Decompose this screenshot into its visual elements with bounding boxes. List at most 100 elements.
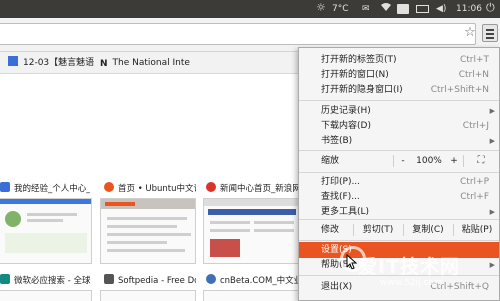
bookmark-item[interactable]: Ν The National Inte [100, 56, 196, 70]
menu-more-tools[interactable]: 更多工具(L) ▶ [299, 204, 499, 220]
jingyan-favicon [0, 182, 10, 192]
national-interest-favicon: Ν [100, 59, 108, 69]
edit-divider [403, 224, 404, 236]
menu-shortcut: Ctrl+F [460, 192, 489, 202]
browser-menu-button[interactable] [482, 24, 498, 42]
menu-print[interactable]: 打印(P)... Ctrl+P [299, 174, 499, 190]
menu-shortcut: Ctrl+N [458, 70, 489, 80]
menu-label: 打开新的窗口(N) [321, 70, 389, 80]
tile-title[interactable]: 首页 • Ubuntu中文论坛 [104, 182, 196, 196]
wifi-icon[interactable] [380, 2, 392, 16]
menu-separator [299, 172, 499, 173]
keyboard-indicator-icon[interactable] [397, 4, 409, 14]
zoom-out-button[interactable]: - [395, 152, 411, 170]
ubuntu-favicon [104, 182, 114, 192]
menu-label: 打开新的标签页(T) [321, 55, 397, 65]
tile-thumbnail[interactable] [0, 198, 92, 264]
volume-icon[interactable]: ◀) [436, 2, 446, 16]
bookmark-label: The National Inte [112, 58, 190, 68]
menu-label: 下载内容(D) [321, 121, 371, 131]
menu-label: 打印(P)... [321, 177, 361, 187]
tile-title-text: 我的经验_个人中心_ [14, 184, 90, 194]
menu-shortcut: Ctrl+Shift+N [430, 85, 489, 95]
menu-separator [299, 240, 499, 241]
menu-new-tab[interactable]: 打开新的标签页(T) Ctrl+T [299, 52, 499, 68]
bing-favicon [0, 274, 10, 284]
bookmark-favicon [8, 56, 18, 66]
tile-title[interactable]: cnBeta.COM_中文业界 [206, 274, 298, 288]
cut-button[interactable]: 剪切(T) [355, 221, 401, 239]
mouse-cursor-icon [346, 253, 358, 270]
menu-shortcut: Ctrl+J [462, 121, 489, 131]
battery-icon[interactable] [416, 5, 429, 13]
menu-incognito-window[interactable]: 打开新的隐身窗口(I) Ctrl+Shift+N [299, 82, 499, 98]
weather-sun-icon[interactable]: ☼ [316, 1, 326, 15]
menu-settings[interactable]: 设置(S) [299, 242, 499, 258]
menu-downloads[interactable]: 下载内容(D) Ctrl+J [299, 118, 499, 134]
softpedia-favicon [104, 274, 114, 284]
menu-label: 打开新的隐身窗口(I) [321, 85, 403, 95]
menu-label: 退出(X) [321, 282, 353, 292]
tile-title[interactable]: 我的经验_个人中心_ [0, 182, 90, 196]
tile-title[interactable]: 新闻中心首页_新浪网 [206, 182, 298, 196]
menu-separator [299, 150, 499, 151]
tile-title-text: Softpedia - Free Down [118, 276, 196, 286]
zoom-divider [393, 155, 394, 167]
menu-shortcut: Ctrl+P [460, 177, 489, 187]
browser-menu: 打开新的标签页(T) Ctrl+T 打开新的窗口(N) Ctrl+N 打开新的隐… [298, 47, 500, 301]
menu-edit-row: 修改 剪切(T) 复制(C) 粘贴(P) [299, 221, 499, 239]
menu-separator [299, 275, 499, 276]
tile-thumbnail[interactable] [100, 198, 196, 264]
submenu-arrow-icon: ▶ [489, 107, 495, 115]
menu-separator [299, 219, 499, 220]
submenu-arrow-icon: ▶ [489, 208, 495, 216]
zoom-value: 100% [416, 156, 442, 166]
tile-thumbnail[interactable] [0, 290, 92, 301]
cnbeta-favicon [206, 274, 216, 284]
address-bar[interactable] [0, 23, 476, 45]
tile-title-text: 新闻中心首页_新浪网 [220, 184, 298, 194]
edit-label: 修改 [321, 225, 340, 235]
tile-title-text: cnBeta.COM_中文业界 [220, 276, 298, 286]
zoom-label: 缩放 [321, 156, 340, 166]
menu-zoom-row: 缩放 - 100% + ⛶ [299, 152, 499, 170]
edit-divider [353, 224, 354, 236]
tile-title[interactable]: Softpedia - Free Down [104, 274, 196, 288]
system-top-panel: ☼ 7°C ✉ ◀) 11:06 ⏻ [0, 0, 500, 18]
tile-thumbnail[interactable] [100, 290, 196, 301]
bookmark-item[interactable]: 12-03【魅言魅语 [8, 56, 110, 70]
submenu-arrow-icon: ▶ [489, 261, 495, 269]
menu-new-window[interactable]: 打开新的窗口(N) Ctrl+N [299, 67, 499, 83]
paste-button[interactable]: 粘贴(P) [455, 221, 499, 239]
menu-exit[interactable]: 退出(X) Ctrl+Shift+Q [299, 279, 499, 295]
menu-bookmarks[interactable]: 书签(B) ▶ [299, 133, 499, 149]
menu-shortcut: Ctrl+T [459, 55, 489, 65]
tile-thumbnail[interactable] [203, 198, 299, 264]
tile-title[interactable]: 微软必应搜索 - 全球搜 [0, 274, 90, 288]
clock[interactable]: 11:06 [456, 2, 482, 16]
weather-temperature[interactable]: 7°C [332, 2, 349, 16]
power-icon[interactable]: ⏻ [486, 1, 495, 15]
copy-button[interactable]: 复制(C) [405, 221, 451, 239]
menu-help[interactable]: 帮助(E) ▶ [299, 257, 499, 273]
tile-title-text: 首页 • Ubuntu中文论坛 [118, 184, 196, 194]
menu-shortcut: Ctrl+Shift+Q [430, 282, 489, 292]
mail-icon[interactable]: ✉ [362, 2, 370, 16]
bookmark-label: 12-03【魅言魅语 [23, 58, 95, 68]
sina-favicon [206, 182, 216, 192]
menu-label: 历史记录(H) [321, 106, 371, 116]
zoom-in-button[interactable]: + [447, 152, 461, 170]
menu-label: 书签(B) [321, 136, 353, 146]
fullscreen-icon[interactable]: ⛶ [471, 152, 491, 170]
submenu-arrow-icon: ▶ [489, 137, 495, 145]
menu-history[interactable]: 历史记录(H) ▶ [299, 103, 499, 119]
tile-title-text: 微软必应搜索 - 全球搜 [14, 276, 90, 286]
edit-divider [453, 224, 454, 236]
menu-label: 查找(F)... [321, 192, 360, 202]
tile-thumbnail[interactable] [203, 290, 299, 301]
menu-label: 更多工具(L) [321, 207, 370, 217]
bookmark-star-icon[interactable]: ☆ [463, 26, 477, 40]
menu-find[interactable]: 查找(F)... Ctrl+F [299, 189, 499, 205]
zoom-divider [463, 155, 464, 167]
menu-separator [299, 100, 499, 101]
